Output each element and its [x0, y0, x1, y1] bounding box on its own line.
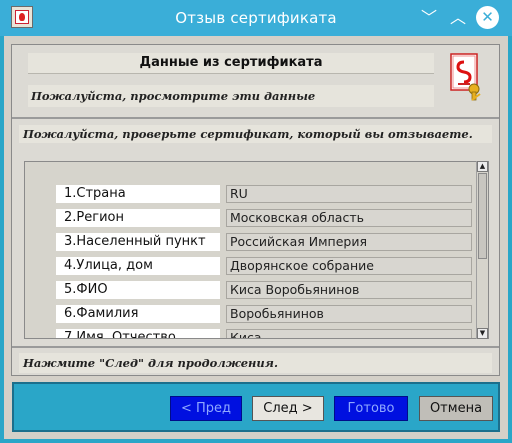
field-label: 3.Населенный пункт	[56, 233, 220, 251]
field-value[interactable]: Воробьянинов	[226, 305, 472, 323]
cancel-button[interactable]: Отмена	[419, 396, 493, 421]
page-subtitle: Пожалуйста, просмотрите эти данные	[28, 85, 434, 107]
next-button[interactable]: След >	[252, 396, 324, 421]
certificate-fields-list[interactable]: 1.Страна RU 2.Регион Московская область …	[24, 161, 489, 339]
scroll-thumb[interactable]	[478, 173, 487, 259]
field-value[interactable]: Дворянское собрание	[226, 257, 472, 275]
page-title: Данные из сертификата	[28, 53, 434, 74]
field-value[interactable]: Российская Империя	[226, 233, 472, 251]
field-label: 5.ФИО	[56, 281, 220, 299]
scroll-down-icon[interactable]: ▼	[477, 328, 488, 339]
minimize-button[interactable]: ﹀	[417, 6, 441, 30]
finish-button[interactable]: Готово	[334, 396, 408, 421]
field-label: 1.Страна	[56, 185, 220, 203]
instruction-text: Пожалуйста, проверьте сертификат, которы…	[19, 125, 492, 143]
button-bar: < Пред След > Готово Отмена	[12, 382, 500, 432]
divider	[12, 117, 499, 119]
wizard-page: Данные из сертификата Пожалуйста, просмо…	[11, 44, 500, 376]
prev-button[interactable]: < Пред	[170, 396, 242, 421]
continue-hint: Нажмите "След" для продолжения.	[19, 353, 492, 373]
vertical-scrollbar[interactable]: ▲ ▼	[476, 161, 488, 339]
field-label: 2.Регион	[56, 209, 220, 227]
field-value[interactable]: RU	[226, 185, 472, 203]
field-value[interactable]: Московская область	[226, 209, 472, 227]
title-bar: Отзыв сертификата ﹀ ︿ ✕	[0, 0, 512, 36]
certificate-key-icon	[450, 53, 481, 101]
field-label: 4.Улица, дом	[56, 257, 220, 275]
field-label: 6.Фамилия	[56, 305, 220, 323]
field-label: 7.Имя, Отчество	[56, 329, 220, 338]
field-value[interactable]: Киса	[226, 329, 472, 338]
field-value[interactable]: Киса Воробьянинов	[226, 281, 472, 299]
divider	[12, 346, 499, 348]
maximize-button[interactable]: ︿	[446, 6, 470, 30]
close-button[interactable]: ✕	[476, 6, 499, 29]
scroll-up-icon[interactable]: ▲	[477, 161, 488, 172]
